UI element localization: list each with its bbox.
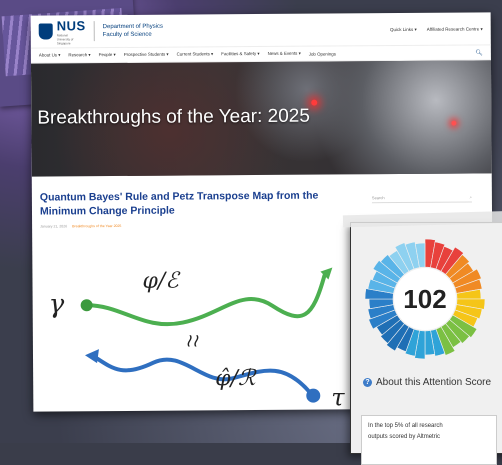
tau-point [306, 388, 321, 403]
hero-banner: Breakthroughs of the Year: 2025 [30, 60, 492, 177]
affiliated-research-menu[interactable]: Affiliated Research Centre ▾ [427, 26, 483, 32]
article-title[interactable]: Quantum Bayes' Rule and Petz Transpose M… [40, 188, 360, 218]
nav-research[interactable]: Research ▾ [68, 52, 90, 58]
search-icon[interactable]: ⌕ [470, 194, 472, 199]
nav-prospective-students[interactable]: Prospective Students ▾ [124, 52, 169, 58]
top-links: Quick Links ▾ Affiliated Research Centre… [390, 24, 483, 33]
figure-diagram [80, 267, 333, 403]
quick-links-menu[interactable]: Quick Links ▾ [390, 27, 417, 33]
nav-job-openings[interactable]: Job Openings [309, 51, 336, 56]
attention-summary-box: In the top 5% of all research outputs sc… [361, 415, 497, 465]
article-date: January 21, 2026 [40, 224, 68, 229]
green-forward-path [84, 273, 327, 327]
gamma-point [80, 299, 93, 312]
faculty-name: Faculty of Science [102, 31, 152, 39]
blue-reverse-path [93, 355, 312, 394]
site-header: NUS National University of Singapore Dep… [31, 12, 491, 47]
logo-subtext: National University of Singapore [56, 32, 74, 45]
attention-score: 102 [403, 283, 447, 314]
nav-about-us[interactable]: About Us ▾ [39, 52, 61, 58]
nav-current-students[interactable]: Current Students ▾ [177, 51, 214, 57]
laser-glow [451, 120, 457, 126]
question-icon: ? [363, 378, 372, 387]
altmetric-card: 102 ? About this Attention Score In the … [342, 210, 502, 465]
laser-glow [311, 99, 318, 106]
nav-news-events[interactable]: News & Events ▾ [268, 51, 301, 57]
nus-logo[interactable]: NUS National University of Singapore Dep… [38, 17, 164, 45]
logo-text: NUS [56, 17, 86, 33]
summary-line-2: outputs scored by Altmetric [368, 434, 441, 440]
nav-facilities-safety[interactable]: Facilities & Safety ▾ [221, 51, 259, 57]
hero-title: Breakthroughs of the Year: 2025 [37, 105, 310, 129]
quantum-bayes-figure: γ φ/ℰ ≀≀ φ̂/ℛ τ [32, 265, 373, 412]
about-attention-label: About this Attention Score [376, 377, 492, 388]
sidebar-search[interactable]: Search ⌕ [371, 191, 472, 204]
forward-map-label: φ/ℰ [142, 268, 179, 294]
nav-people[interactable]: People ▾ [99, 52, 116, 58]
reverse-map-label: φ̂/ℛ [215, 366, 256, 392]
nus-crest-icon [38, 23, 53, 40]
tau-label: τ [331, 383, 345, 412]
search-icon[interactable]: 🔍︎ [475, 49, 483, 56]
search-input[interactable]: Search [372, 195, 385, 200]
gamma-label: γ [48, 289, 65, 320]
approx-label: ≀≀ [184, 330, 199, 352]
altmetric-donut[interactable]: 102 [363, 237, 487, 361]
summary-line-1: In the top 5% of all research [368, 423, 443, 429]
logo-divider [93, 21, 95, 42]
about-attention-score[interactable]: ? About this Attention Score [363, 377, 496, 389]
blue-arrowhead [84, 349, 99, 364]
article-category-link[interactable]: Breakthroughs of the Year 2025 [72, 224, 121, 228]
department-name: Department of Physics [102, 23, 164, 31]
